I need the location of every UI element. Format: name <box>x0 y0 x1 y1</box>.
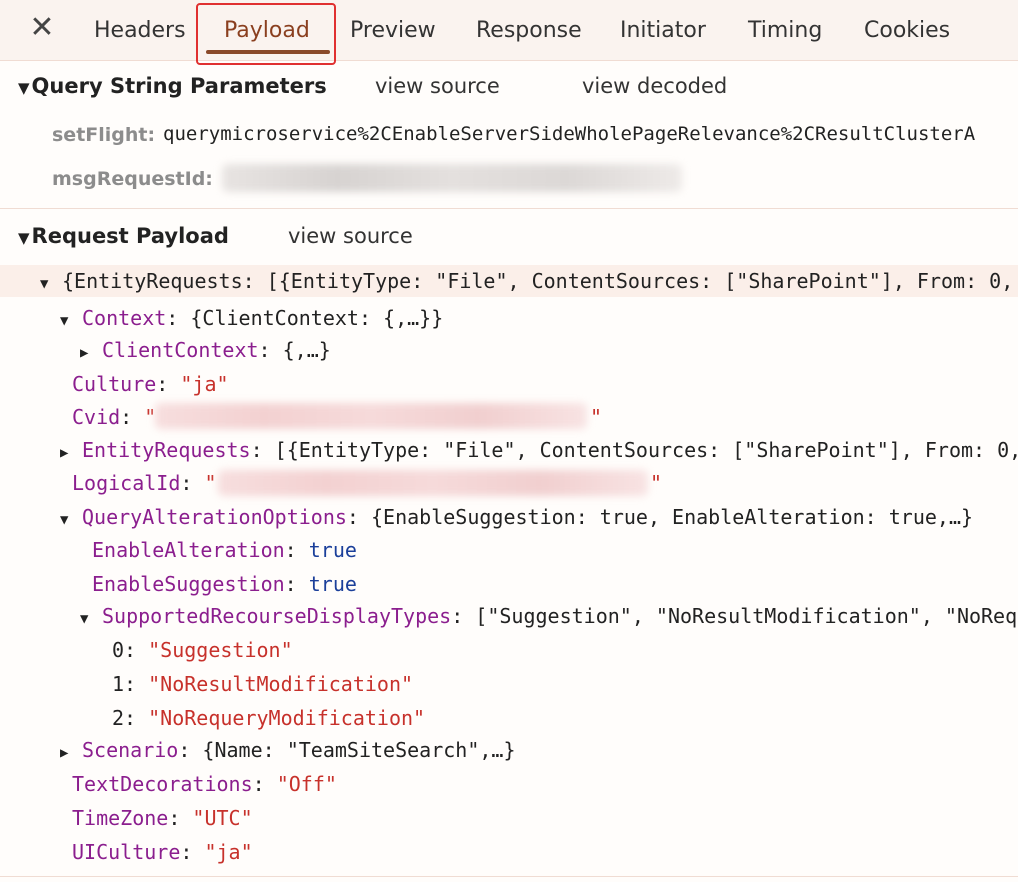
close-icon[interactable]: ✕ <box>28 12 56 44</box>
tab-preview[interactable]: Preview <box>350 14 436 48</box>
param-key-setflight: setFlight: <box>52 124 156 146</box>
redacted-logicalid <box>218 470 648 496</box>
item-index: 0 <box>112 638 125 662</box>
param-value-setflight: querymicroservice%2CEnableServerSideWhol… <box>163 123 976 145</box>
item-value: "Suggestion" <box>148 638 293 662</box>
item-index: 1 <box>112 672 125 696</box>
key-logicalid: LogicalId <box>72 471 181 495</box>
key-clientcontext: ClientContext <box>102 338 259 362</box>
item-value: "NoResultModification" <box>148 672 414 696</box>
expanded-arrow-icon: ▼ <box>40 276 49 292</box>
request-payload-title: Request Payload <box>31 224 229 248</box>
tree-row-item-2: 2: "NoRequeryModification" <box>112 706 426 730</box>
tree-row-queryalterationoptions[interactable]: ▼ QueryAlterationOptions: {EnableSuggesti… <box>0 501 1018 533</box>
expanded-arrow-icon: ▼ <box>80 611 89 627</box>
query-view-source-link[interactable]: view source <box>375 74 500 98</box>
tree-row-supportedrecoursedisplaytypes[interactable]: ▼ SupportedRecourseDisplayTypes: ["Sugges… <box>0 600 1018 632</box>
key-uiculture: UICulture <box>72 840 181 864</box>
cvid-close-quote: " <box>590 405 603 429</box>
key-scenario: Scenario <box>82 738 179 762</box>
tab-headers[interactable]: Headers <box>94 14 186 48</box>
key-supportedrecoursedisplaytypes: SupportedRecourseDisplayTypes <box>102 604 452 628</box>
key-context: Context <box>82 306 167 330</box>
collapse-triangle-icon: ▼ <box>18 79 30 97</box>
expanded-arrow-icon: ▼ <box>60 512 69 528</box>
value-uiculture: "ja" <box>204 840 253 864</box>
section-divider <box>0 208 1018 209</box>
tab-bar: ✕ Headers Payload Preview Response Initi… <box>0 0 1018 61</box>
tree-root-row[interactable]: ▼ {EntityRequests: [{EntityType: "File", … <box>0 265 1018 297</box>
bottom-divider <box>0 876 1018 877</box>
value-context: {ClientContext: {,…}} <box>190 306 444 330</box>
payload-tab-highlight-box <box>196 3 336 65</box>
key-entityrequests: EntityRequests <box>82 438 251 462</box>
expanded-arrow-icon: ▼ <box>60 313 69 329</box>
query-view-decoded-link[interactable]: view decoded <box>582 74 727 98</box>
redacted-cvid <box>155 403 587 429</box>
logicalid-close-quote: " <box>650 471 663 495</box>
param-key-msgrequestid: msgRequestId: <box>52 168 213 190</box>
value-timezone: "UTC" <box>192 806 253 830</box>
item-value: "NoRequeryModification" <box>148 706 426 730</box>
tree-row-timezone: TimeZone: "UTC" <box>72 806 253 830</box>
value-culture: "ja" <box>180 372 229 396</box>
tree-row-scenario[interactable]: ▶ Scenario: {Name: "TeamSiteSearch",…} <box>0 734 1018 766</box>
value-clientcontext: {,…} <box>282 338 331 362</box>
value-queryalterationoptions: {EnableSuggestion: true, EnableAlteratio… <box>371 505 974 529</box>
tree-row-culture: Culture: "ja" <box>72 372 229 396</box>
tree-row-clientcontext[interactable]: ▶ ClientContext: {,…} <box>0 334 1018 366</box>
key-textdecorations: TextDecorations <box>72 772 253 796</box>
value-enablesuggestion: true <box>308 572 357 596</box>
tree-row-uiculture: UICulture: "ja" <box>72 840 253 864</box>
tree-row-item-1: 1: "NoResultModification" <box>112 672 414 696</box>
query-string-title: Query String Parameters <box>31 74 327 98</box>
tab-cookies[interactable]: Cookies <box>864 14 950 48</box>
value-enablealteration: true <box>308 538 357 562</box>
value-entityrequests: [{EntityType: "File", ContentSources: ["… <box>274 438 1018 462</box>
tree-row-entityrequests[interactable]: ▶ EntityRequests: [{EntityType: "File", C… <box>0 434 1018 466</box>
root-object-summary: {EntityRequests: [{EntityType: "File", C… <box>62 269 1014 293</box>
key-queryalterationoptions: QueryAlterationOptions <box>82 505 347 529</box>
query-string-header[interactable]: ▼Query String Parameters <box>18 74 327 98</box>
tree-row-enablealteration: EnableAlteration: true <box>92 538 357 562</box>
payload-view-source-link[interactable]: view source <box>288 224 413 248</box>
value-scenario: {Name: "TeamSiteSearch",…} <box>202 738 516 762</box>
tab-response[interactable]: Response <box>476 14 582 48</box>
tree-row-context[interactable]: ▼ Context: {ClientContext: {,…}} <box>0 302 1018 334</box>
tree-row-enablesuggestion: EnableSuggestion: true <box>92 572 357 596</box>
collapse-triangle-icon: ▼ <box>18 229 30 247</box>
key-cvid: Cvid <box>72 405 121 429</box>
tab-timing[interactable]: Timing <box>748 14 822 48</box>
collapsed-arrow-icon: ▶ <box>60 745 69 761</box>
collapsed-arrow-icon: ▶ <box>60 445 69 461</box>
redacted-msgrequestid <box>222 164 682 192</box>
key-enablealteration: EnableAlteration <box>92 538 285 562</box>
key-enablesuggestion: EnableSuggestion <box>92 572 285 596</box>
value-supportedrecoursedisplaytypes: ["Suggestion", "NoResultModification", "… <box>475 604 1018 628</box>
value-textdecorations: "Off" <box>276 772 337 796</box>
tab-initiator[interactable]: Initiator <box>620 14 706 48</box>
tree-row-item-0: 0: "Suggestion" <box>112 638 293 662</box>
request-payload-header[interactable]: ▼Request Payload <box>18 224 229 248</box>
key-culture: Culture <box>72 372 157 396</box>
key-timezone: TimeZone <box>72 806 169 830</box>
collapsed-arrow-icon: ▶ <box>80 345 89 361</box>
item-index: 2 <box>112 706 125 730</box>
tree-row-textdecorations: TextDecorations: "Off" <box>72 772 337 796</box>
